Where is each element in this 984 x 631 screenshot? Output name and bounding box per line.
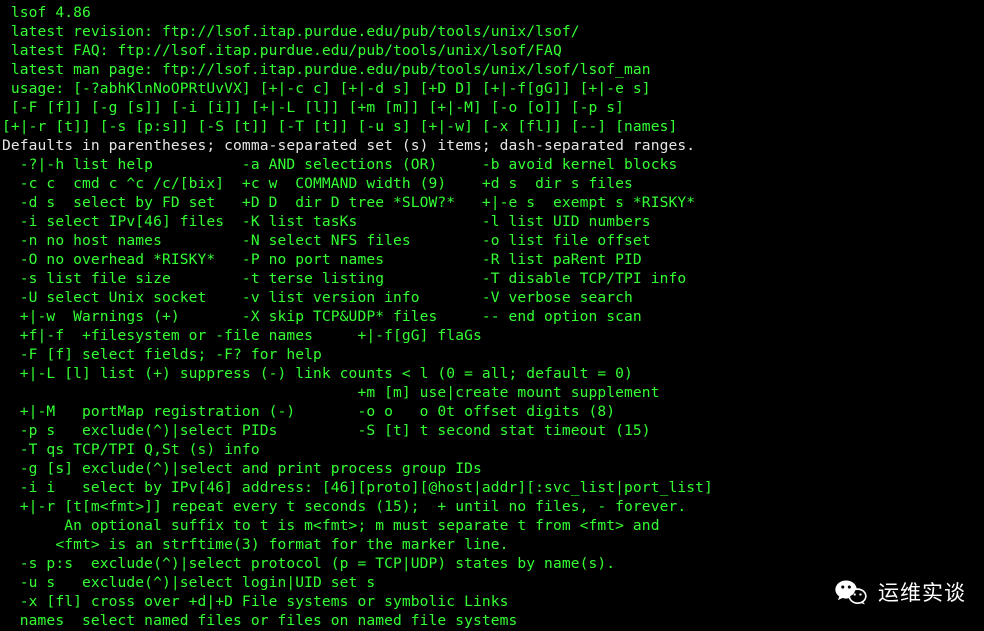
terminal-line: -T qs TCP/TPI Q,St (s) info: [2, 441, 260, 458]
terminal-line: -u s exclude(^)|select login|UID set s: [2, 574, 375, 591]
terminal-line: <fmt> is an strftime(3) format for the m…: [2, 536, 509, 553]
terminal-line: -U select Unix socket -v list version in…: [2, 289, 633, 306]
terminal-line: names select named files or files on nam…: [2, 612, 517, 629]
terminal-line: latest man page: ftp://lsof.itap.purdue.…: [2, 61, 651, 78]
terminal-line: -s p:s exclude(^)|select protocol (p = T…: [2, 555, 615, 572]
terminal-line: -i select IPv[46] files -K list tasKs -l…: [2, 213, 651, 230]
terminal-line: +f|-f +filesystem or -file names +|-f[gG…: [2, 327, 491, 344]
terminal-line: [-F [f]] [-g [s]] [-i [i]] [+|-L [l]] [+…: [2, 99, 624, 116]
terminal-output: lsof 4.86 latest revision: ftp://lsof.it…: [0, 0, 984, 631]
terminal-line: -c c cmd c ^c /c/[bix] +c w COMMAND widt…: [2, 175, 633, 192]
terminal-line: -O no overhead *RISKY* -P no port names …: [2, 251, 642, 268]
terminal-line: -s list file size -t terse listing -T di…: [2, 270, 686, 287]
terminal-line: -p s exclude(^)|select PIDs -S [t] t sec…: [2, 422, 651, 439]
terminal-line: lsof 4.86: [2, 4, 91, 21]
terminal-line: -g [s] exclude(^)|select and print proce…: [2, 460, 482, 477]
terminal-line: usage: [-?abhKlnNoOPRtUvVX] [+|-c c] [+|…: [2, 80, 651, 97]
terminal-line: Defaults in parentheses; comma-separated…: [2, 137, 695, 154]
terminal-line: -i i select by IPv[46] address: [46][pro…: [2, 479, 713, 496]
terminal-line: -d s select by FD set +D D dir D tree *S…: [2, 194, 695, 211]
terminal-line: latest revision: ftp://lsof.itap.purdue.…: [2, 23, 580, 40]
terminal-line: -n no host names -N select NFS files -o …: [2, 232, 651, 249]
terminal-line: latest FAQ: ftp://lsof.itap.purdue.edu/p…: [2, 42, 562, 59]
terminal-line: -F [f] select fields; -F? for help: [2, 346, 340, 363]
terminal-line: -x [fl] cross over +d|+D File systems or…: [2, 593, 509, 610]
terminal-line: [+|-r [t]] [-s [p:s]] [-S [t]] [-T [t]] …: [2, 118, 677, 135]
terminal-line: An optional suffix to t is m<fmt>; m mus…: [2, 517, 660, 534]
terminal-line: +|-r [t[m<fmt>]] repeat every t seconds …: [2, 498, 686, 515]
terminal-line: +|-M portMap registration (-) -o o o 0t …: [2, 403, 615, 420]
terminal-line: -?|-h list help -a AND selections (OR) -…: [2, 156, 677, 173]
terminal-line: +|-L [l] list (+) suppress (-) link coun…: [2, 365, 633, 382]
terminal-line: +m [m] use|create mount supplement: [2, 384, 660, 401]
terminal-line: +|-w Warnings (+) -X skip TCP&UDP* files…: [2, 308, 642, 325]
